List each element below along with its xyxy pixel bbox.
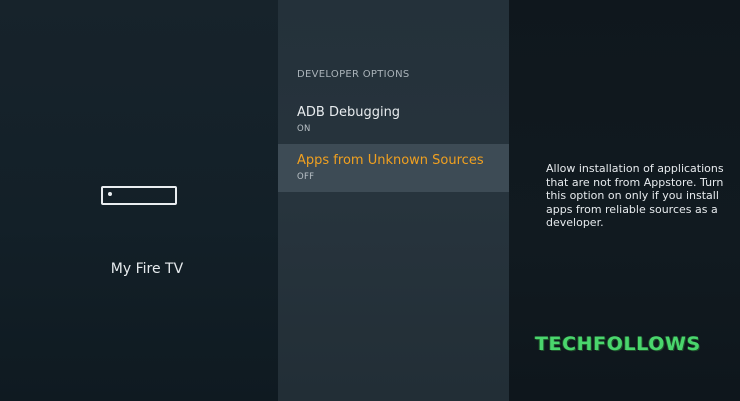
menu-item-value: ON — [297, 124, 311, 134]
menu-item-value: OFF — [297, 172, 315, 182]
menu-item-adb-debugging[interactable]: ADB Debugging ON — [278, 96, 509, 144]
fire-tv-settings-screen: My Fire TV DEVELOPER OPTIONS ADB Debuggi… — [0, 0, 740, 401]
menu-item-title: Apps from Unknown Sources — [297, 153, 484, 168]
developer-options-menu: DEVELOPER OPTIONS ADB Debugging ON Apps … — [278, 0, 509, 401]
device-panel: My Fire TV — [0, 0, 278, 401]
watermark-logo: TECHFOLLOWS — [535, 333, 701, 355]
device-label: My Fire TV — [110, 261, 184, 277]
option-description: Allow installation of applications that … — [546, 162, 724, 229]
section-header: DEVELOPER OPTIONS — [297, 69, 410, 80]
menu-item-apps-from-unknown-sources[interactable]: Apps from Unknown Sources OFF — [278, 144, 509, 192]
device-indicator-dot — [108, 192, 112, 196]
fire-tv-device-icon — [101, 186, 177, 205]
menu-item-title: ADB Debugging — [297, 105, 401, 120]
